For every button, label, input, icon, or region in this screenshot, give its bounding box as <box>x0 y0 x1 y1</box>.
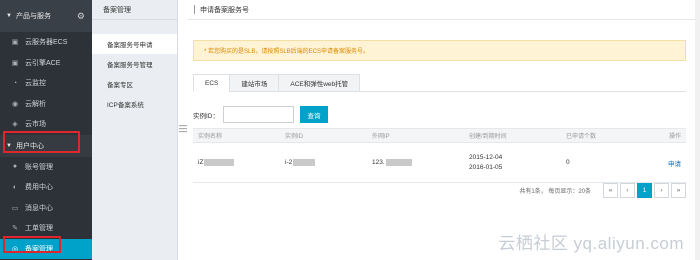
server-icon: ▣ <box>11 39 19 47</box>
created-date: 2015-12-04 <box>469 153 503 161</box>
highlight-box-filing <box>3 236 61 253</box>
sidebar: ▼ 产品与服务 ⚙ ▣ 云服务器ECS ▣ 云引擎ACE ◔ 云监控 ◉ 云解析… <box>0 0 100 260</box>
sidebar-item-label: 云解析 <box>25 100 46 108</box>
instance-name: iZ <box>198 159 204 167</box>
expires-date: 2016-01-05 <box>469 163 503 171</box>
title-divider <box>194 5 195 14</box>
tab-ace-web-hosting[interactable]: ACE和弹性web托管 <box>278 74 361 92</box>
tab-site-market[interactable]: 建站市场 <box>229 74 280 92</box>
page-1-button[interactable]: 1 <box>637 183 652 198</box>
sidebar-item-label: 消息中心 <box>25 204 53 212</box>
redaction-block <box>293 158 316 166</box>
wallet-icon: ◐ <box>12 183 18 191</box>
subnav-item-apply[interactable]: 备案服务号申请 <box>92 34 177 54</box>
market-icon: ◈ <box>12 121 18 129</box>
subnav-item-zone[interactable]: 备案专区 <box>92 74 177 94</box>
sidebar-header[interactable]: ▼ 产品与服务 ⚙ <box>0 0 92 32</box>
column-header: 创建/到期时间 <box>469 134 507 140</box>
sidebar-item-label: 费用中心 <box>25 184 53 192</box>
first-page-button[interactable]: « <box>603 183 618 198</box>
page-title: 申请备案服务号 <box>200 6 249 14</box>
sidebar-item-messages[interactable]: ▭ 消息中心 <box>0 198 92 219</box>
instance-table: 实例名称 实例ID 外网IP 创建/到期时间 已申请个数 操作 iZ i-2 1… <box>193 128 686 183</box>
sidebar-item-billing[interactable]: ◐ 费用中心 <box>0 177 92 198</box>
apply-link-cell: 申请 <box>646 158 686 168</box>
tab-bar: ECS 建站市场 ACE和弹性web托管 <box>193 74 686 92</box>
instance-id-cell: i-2 <box>285 158 372 167</box>
applied-count: 0 <box>566 159 570 166</box>
redaction-block <box>204 158 235 166</box>
user-icon: ● <box>12 163 18 171</box>
gear-icon[interactable]: ⚙ <box>77 11 85 22</box>
scrollbar[interactable] <box>695 0 700 260</box>
watermark: 云栖社区 yq.aliyun.com <box>498 234 684 253</box>
subnav-item-icp[interactable]: ICP备案系统 <box>92 94 177 114</box>
highlight-box-user-center <box>3 131 80 153</box>
filter-bar: 实例ID： 查询 <box>193 106 328 123</box>
pagination-info: 共有1条， 每页显示：20条 <box>519 189 591 195</box>
notice-banner: * 若您购买的是SLB，请按照SLB后端的ECS申请备案服务号。 <box>193 40 686 61</box>
prev-page-button[interactable]: ‹ <box>620 183 635 198</box>
tab-ecs[interactable]: ECS <box>193 74 231 92</box>
sidebar-item-account[interactable]: ● 账号管理 <box>0 157 92 178</box>
message-icon: ▭ <box>11 204 19 212</box>
last-page-button[interactable]: » <box>671 183 686 198</box>
table-header: 实例名称 实例ID 外网IP 创建/到期时间 已申请个数 操作 <box>193 128 686 143</box>
public-ip-cell: 123. <box>372 158 469 167</box>
subnav-item-manage[interactable]: 备案服务号管理 <box>92 54 177 74</box>
apply-link[interactable]: 申请 <box>668 161 681 168</box>
redaction-block <box>385 158 412 166</box>
dates-cell: 2015-12-04 2016-01-05 <box>469 153 566 173</box>
edit-icon: ✎ <box>12 225 18 233</box>
sidebar-header-label: 产品与服务 <box>15 13 51 20</box>
column-header: 已申请个数 <box>566 134 597 140</box>
engine-icon: ▣ <box>11 59 19 67</box>
sidebar-item-ace[interactable]: ▣ 云引擎ACE <box>0 53 92 74</box>
collapse-handle-icon[interactable]: — — — <box>179 122 187 136</box>
column-header: 实例ID <box>285 134 304 140</box>
secondary-nav-title: 备案管理 <box>92 0 177 20</box>
instance-id: i-2 <box>285 159 293 167</box>
sidebar-item-label: 云市场 <box>25 121 46 129</box>
sidebar-item-label: 工单管理 <box>25 225 53 233</box>
query-button[interactable]: 查询 <box>300 106 328 123</box>
monitor-icon: ◔ <box>12 79 18 87</box>
instance-id-input[interactable] <box>223 106 294 123</box>
sidebar-item-label: 账号管理 <box>25 163 53 171</box>
pagination: 共有1条， 每页显示：20条 « ‹ 1 › » <box>193 182 686 199</box>
caret-down-icon: ▼ <box>6 13 12 19</box>
column-header: 操作 <box>668 134 681 140</box>
sidebar-item-ecs[interactable]: ▣ 云服务器ECS <box>0 32 92 53</box>
sidebar-item-dns[interactable]: ◉ 云解析 <box>0 94 92 115</box>
sidebar-item-label: 云引擎ACE <box>25 59 61 67</box>
sidebar-item-label: 云服务器ECS <box>25 39 68 47</box>
sidebar-item-monitor[interactable]: ◔ 云监控 <box>0 73 92 94</box>
sidebar-item-label: 云监控 <box>25 80 46 88</box>
dns-icon: ◉ <box>11 100 19 108</box>
column-header: 实例名称 <box>198 134 223 140</box>
page-title-bar: 申请备案服务号 <box>188 0 700 20</box>
next-page-button[interactable]: › <box>654 183 669 198</box>
table-row: iZ i-2 123. 2015-12-04 2016-01-05 0 申请 <box>193 143 686 183</box>
secondary-nav: 备案管理 备案服务号申请 备案服务号管理 备案专区 ICP备案系统 <box>92 0 178 260</box>
public-ip: 123. <box>372 159 385 167</box>
instance-name-cell: iZ <box>193 158 285 167</box>
column-header: 外网IP <box>372 134 390 140</box>
main-content: 申请备案服务号 * 若您购买的是SLB，请按照SLB后端的ECS申请备案服务号。… <box>188 0 700 260</box>
instance-id-label: 实例ID： <box>193 112 219 120</box>
